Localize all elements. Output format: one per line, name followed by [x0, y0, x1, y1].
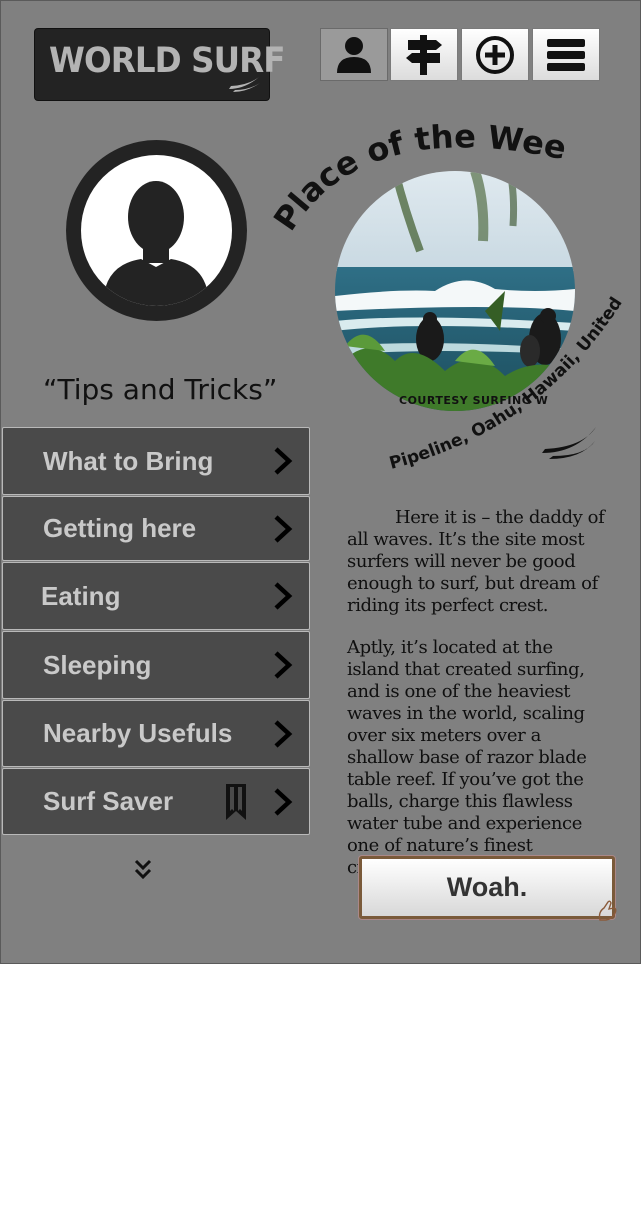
place-description: Here it is – the daddy of all waves. It’…	[347, 507, 609, 899]
woah-button[interactable]: Woah.	[359, 856, 617, 921]
menu-item-label: Surf Saver	[43, 786, 174, 816]
chevron-right-icon	[274, 514, 293, 543]
place-of-week-photo[interactable]	[335, 171, 575, 411]
description-paragraph: Here it is – the daddy of all waves. It’…	[347, 507, 605, 616]
menu-item-label: Getting here	[43, 513, 197, 543]
wave-swoosh-icon	[542, 427, 596, 459]
menu-item-label: Eating	[41, 580, 121, 611]
photo-credit-caption: COURTESY SURFING W	[399, 394, 549, 407]
hand-cursor-icon	[598, 900, 617, 921]
chevron-right-icon	[274, 651, 293, 679]
pipeline-wave-image	[335, 171, 575, 411]
woah-button-label: Woah.	[446, 872, 528, 902]
menu-item-nearby-usefuls[interactable]: Nearby Usefuls	[2, 700, 310, 767]
double-chevron-down-icon[interactable]	[134, 859, 152, 881]
bookmark-icon	[226, 783, 246, 820]
menu-item-label: Sleeping	[43, 649, 152, 680]
menu-item-label: Nearby Usefuls	[43, 718, 233, 748]
app-screen: WORLD SURF “Tips and Tricks” What to Bri…	[0, 0, 641, 964]
chevron-right-icon	[274, 719, 293, 748]
chevron-right-icon	[274, 582, 293, 610]
menu-item-surf-saver[interactable]: Surf Saver	[2, 768, 310, 835]
menu-item-getting-here[interactable]: Getting here	[2, 496, 310, 561]
menu-item-sleeping[interactable]: Sleeping	[2, 631, 310, 699]
description-paragraph: Aptly, it’s located at the island that c…	[347, 637, 587, 878]
menu-item-eating[interactable]: Eating	[2, 562, 310, 630]
chevron-right-icon	[274, 787, 293, 816]
